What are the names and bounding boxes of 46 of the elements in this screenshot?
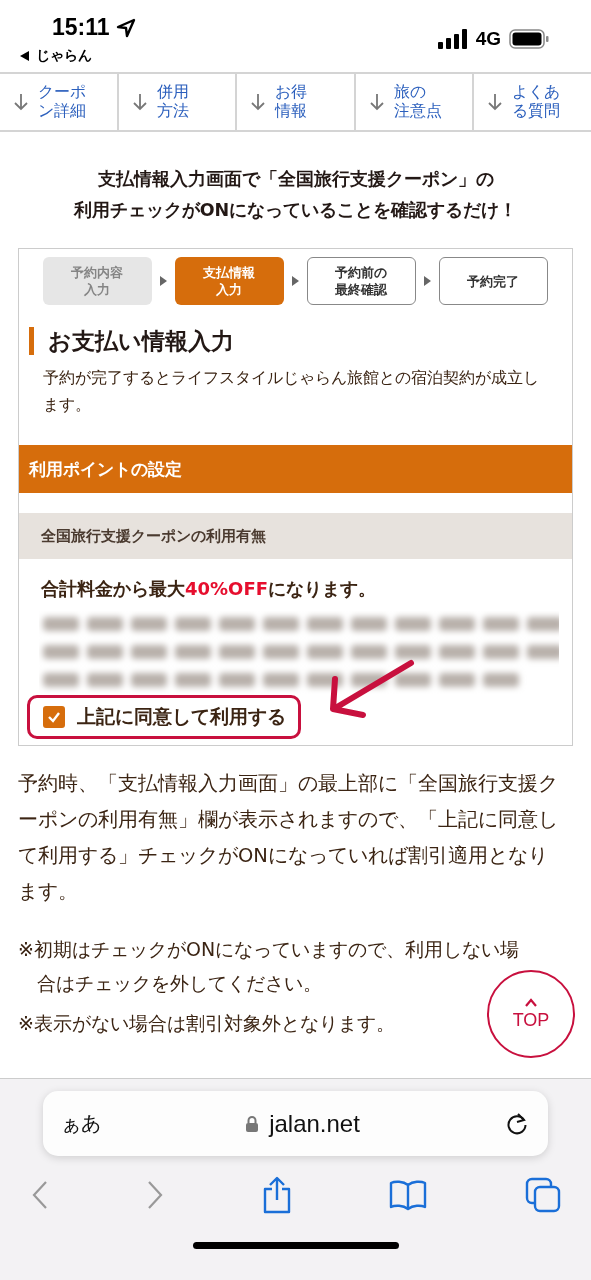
step-arrow-icon: [423, 276, 431, 286]
subsection-header: 全国旅行支援クーポンの利用有無: [19, 513, 572, 559]
step-arrow-icon: [291, 276, 299, 286]
progress-step: 予約前の 最終確認: [306, 257, 416, 305]
down-arrow-icon: [132, 93, 147, 111]
anchor-tab[interactable]: クーポ ン詳細: [0, 74, 117, 130]
checkbox-label: 上記に同意して利用する: [77, 704, 286, 729]
section-title: お支払い情報入力: [29, 327, 572, 355]
back-to-app-link[interactable]: じゃらん: [20, 47, 136, 65]
step-arrow-icon: [159, 276, 167, 286]
clock-time: 15:11: [52, 14, 110, 41]
body-paragraph: 予約時、「支払情報入力画面」の最上部に「全国旅行支援クーポンの利用有無」欄が表示されますので、「上記に同意して利用する」チェックがONになっていれば割引適用となります。: [18, 771, 559, 905]
progress-step: 予約内容 入力: [43, 257, 152, 305]
address-bar[interactable]: ぁあ jalan.net: [43, 1091, 548, 1156]
share-icon[interactable]: [261, 1176, 292, 1214]
checkbox[interactable]: [43, 706, 65, 728]
anchor-tab[interactable]: よくあ る質問: [472, 74, 591, 130]
text-size-button[interactable]: ぁあ: [61, 1110, 101, 1137]
back-to-top-button[interactable]: TOP: [487, 970, 575, 1058]
headline: 利用チェックがONになっていることを確認するだけ！: [73, 199, 518, 222]
progress-step: 支払情報 入力: [174, 257, 284, 305]
caret-up-icon: [524, 997, 538, 1007]
anchor-tab[interactable]: お得 情報: [235, 74, 354, 130]
lock-icon: [245, 1114, 260, 1133]
down-arrow-icon: [488, 93, 503, 111]
down-arrow-icon: [14, 93, 28, 111]
back-icon[interactable]: [30, 1180, 49, 1210]
down-arrow-icon: [369, 93, 384, 111]
book-icon[interactable]: [389, 1179, 427, 1211]
location-arrow-icon: [115, 17, 136, 38]
description-text: 予約が完了するとライフスタイルじゃらん旅館との宿泊契約が成立します。: [42, 368, 540, 416]
network-type: 4G: [475, 28, 501, 50]
note-text: ※表示がない場合は割引対象外となります。: [18, 1011, 395, 1036]
discount-note: 合計料金から最大40%OFFになります。: [40, 577, 377, 601]
battery-icon: [509, 29, 549, 49]
tabs-icon[interactable]: [524, 1177, 561, 1213]
headline: 支払情報入力画面で「全国旅行支援クーポン」の: [97, 168, 494, 191]
anchor-tab[interactable]: 併用 方法: [116, 74, 236, 130]
anchor-tab[interactable]: 旅の 注意点: [353, 74, 473, 130]
signal-icon: [437, 29, 468, 49]
section-header: 利用ポイントの設定: [19, 445, 572, 493]
back-triangle-icon: [20, 51, 30, 61]
down-arrow-icon: [251, 93, 266, 111]
progress-step: 予約完了: [438, 257, 548, 305]
url-text: jalan.net: [269, 1109, 360, 1138]
forward-icon[interactable]: [146, 1180, 164, 1210]
